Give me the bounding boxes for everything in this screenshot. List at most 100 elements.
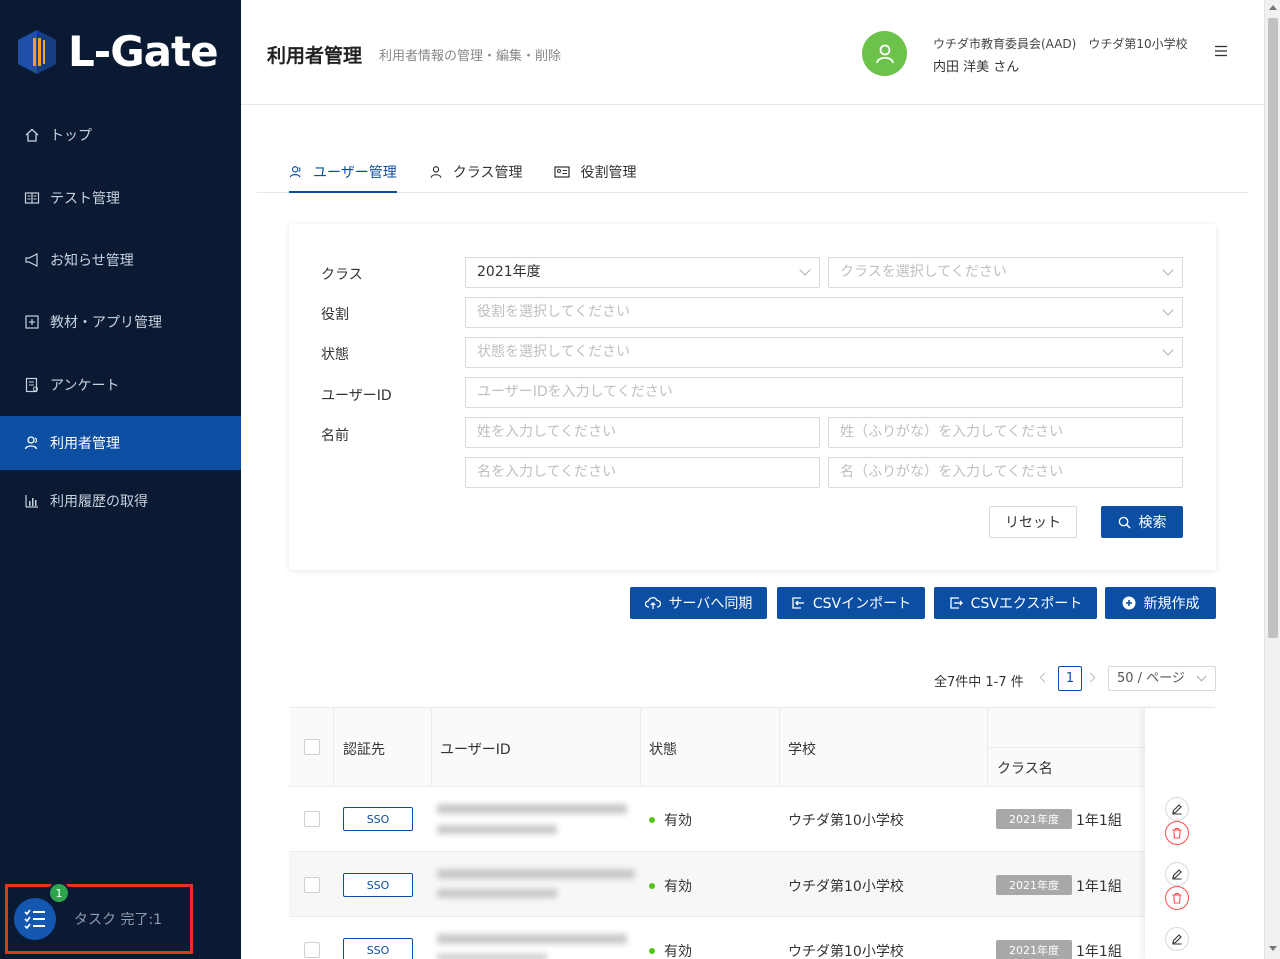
role-filter-label: 役割 xyxy=(321,307,349,323)
reset-button[interactable]: リセット xyxy=(989,506,1077,538)
school-name: ウチダ第10小学校 xyxy=(788,944,904,959)
column-header-auth: 認証先 xyxy=(343,742,385,758)
class-filter-label: クラス xyxy=(321,267,363,283)
sidebar-item-label: 教材・アプリ管理 xyxy=(50,315,162,332)
first-name-kana-input[interactable]: 名（ふりがな）を入力してください xyxy=(828,457,1183,488)
column-header-school[interactable]: 学校 xyxy=(788,739,816,759)
redacted-userid xyxy=(437,954,547,959)
pencil-icon xyxy=(1172,934,1182,945)
last-name-kana-input[interactable]: 姓（ふりがな）を入力してください xyxy=(828,417,1183,448)
scrollbar-thumb[interactable] xyxy=(1268,18,1278,638)
chevron-right-icon[interactable] xyxy=(1085,672,1096,683)
new-user-button[interactable]: 新規作成 xyxy=(1105,587,1216,619)
class-year-select[interactable]: 2021年度 xyxy=(465,257,820,288)
last-name-input[interactable]: 姓を入力してください xyxy=(465,417,820,448)
row-checkbox[interactable] xyxy=(304,942,320,958)
table-row[interactable]: SSO 有効 ウチダ第10小学校 2021年度 1年1組 xyxy=(289,852,1215,917)
edit-button[interactable] xyxy=(1165,862,1189,886)
sidebar-item-notice[interactable]: お知らせ管理 xyxy=(0,229,241,291)
class-name: 1年1組 xyxy=(1076,944,1122,959)
last-name-kana-placeholder: 姓（ふりがな）を入力してください xyxy=(840,424,1064,440)
search-button[interactable]: 検索 xyxy=(1101,506,1183,538)
redacted-userid xyxy=(437,889,557,898)
scroll-up-arrow-icon[interactable] xyxy=(1269,5,1277,10)
sidebar-item-survey[interactable]: アンケート xyxy=(0,354,241,416)
task-button[interactable]: 1 xyxy=(14,882,70,940)
sidebar-item-users[interactable]: 利用者管理 xyxy=(0,415,241,470)
sidebar-item-label: アンケート xyxy=(50,377,120,394)
status-dot xyxy=(649,948,655,954)
logo[interactable]: L-Gate xyxy=(16,28,219,76)
column-header-userid[interactable]: ユーザーID xyxy=(440,739,511,759)
trash-icon xyxy=(1172,828,1182,839)
row-checkbox[interactable] xyxy=(304,877,320,893)
pagination-total: 全7件中 1-7 件 xyxy=(934,675,1024,690)
sidebar-item-history[interactable]: 利用履歴の取得 xyxy=(0,470,241,532)
redacted-userid xyxy=(437,804,627,814)
last-name-placeholder: 姓を入力してください xyxy=(477,424,617,440)
cloud-upload-icon xyxy=(644,596,661,610)
delete-button[interactable] xyxy=(1165,821,1189,845)
search-filter-panel: クラス 2021年度 クラスを選択してください 役割 役割を選択してください 状… xyxy=(289,224,1216,570)
tab-user-management[interactable]: ユーザー管理 xyxy=(289,153,397,193)
tab-class-management[interactable]: クラス管理 xyxy=(429,153,522,191)
task-panel[interactable]: 1 タスク 完了:1 xyxy=(5,882,193,954)
user-organization: ウチダ市教育委員会(AAD) ウチダ第10小学校 xyxy=(933,37,1188,51)
sidebar-item-materials[interactable]: 教材・アプリ管理 xyxy=(0,291,241,353)
table-row[interactable]: SSO 有効 ウチダ第10小学校 2021年度 1年1組 xyxy=(289,787,1215,852)
import-icon xyxy=(791,596,805,610)
sidebar-item-label: テスト管理 xyxy=(50,190,120,207)
csv-import-button[interactable]: CSVインポート xyxy=(777,587,925,619)
role-select[interactable]: 役割を選択してください xyxy=(465,297,1183,328)
csv-export-label: CSVエクスポート xyxy=(970,596,1083,612)
name-filter-label: 名前 xyxy=(321,428,349,444)
role-select-placeholder: 役割を選択してください xyxy=(477,304,631,320)
page-subtitle: 利用者情報の管理・編集・削除 xyxy=(379,49,562,64)
tab-role-management[interactable]: 役割管理 xyxy=(554,153,636,191)
hamburger-menu-icon[interactable] xyxy=(1214,44,1228,58)
csv-export-button[interactable]: CSVエクスポート xyxy=(934,587,1097,619)
column-divider xyxy=(779,708,780,787)
sidebar-item-top[interactable]: トップ xyxy=(0,104,241,166)
survey-icon xyxy=(24,377,40,393)
first-name-input[interactable]: 名を入力してください xyxy=(465,457,820,488)
status-select[interactable]: 状態を選択してください xyxy=(465,337,1183,368)
page-size-select[interactable]: 50 / ページ xyxy=(1108,666,1216,691)
users-icon xyxy=(24,435,40,451)
chevron-down-icon xyxy=(799,264,811,276)
status-active: 有効 xyxy=(649,810,692,830)
sync-server-button[interactable]: サーバへ同期 xyxy=(630,587,767,619)
pagination-page-current[interactable]: 1 xyxy=(1058,666,1082,691)
edit-button[interactable] xyxy=(1165,797,1189,821)
class-year-value: 2021年度 xyxy=(477,264,541,280)
plus-circle-icon xyxy=(1122,596,1136,610)
search-icon xyxy=(1118,516,1131,529)
vertical-scrollbar[interactable] xyxy=(1264,0,1280,959)
userid-input[interactable]: ユーザーIDを入力してください xyxy=(465,377,1183,408)
school-name: ウチダ第10小学校 xyxy=(788,879,904,895)
bar-chart-icon xyxy=(24,493,40,509)
userid-input-placeholder: ユーザーIDを入力してください xyxy=(477,384,673,400)
status-text: 有効 xyxy=(664,813,692,829)
chevron-left-icon[interactable] xyxy=(1039,672,1050,683)
auth-sso-badge: SSO xyxy=(343,938,413,959)
redacted-userid xyxy=(437,825,557,834)
column-header-status[interactable]: 状態 xyxy=(649,739,677,759)
sync-server-label: サーバへ同期 xyxy=(668,596,753,612)
class-select[interactable]: クラスを選択してください xyxy=(828,257,1183,288)
edit-button[interactable] xyxy=(1165,927,1189,951)
chevron-down-icon xyxy=(1162,304,1174,316)
class-name: 1年1組 xyxy=(1076,813,1122,829)
row-checkbox[interactable] xyxy=(304,811,320,827)
book-icon xyxy=(24,190,40,206)
year-tag: 2021年度 xyxy=(996,809,1072,829)
sidebar-item-test[interactable]: テスト管理 xyxy=(0,166,241,228)
sidebar-nav: トップ テスト管理 お知らせ管理 教材・アプリ管理 アンケート 利用者管理 利用… xyxy=(0,104,241,532)
user-icon xyxy=(429,165,443,179)
new-user-label: 新規作成 xyxy=(1143,596,1200,612)
delete-button[interactable] xyxy=(1165,886,1189,910)
scroll-down-arrow-icon[interactable] xyxy=(1269,946,1277,951)
table-row[interactable]: SSO 有効 ウチダ第10小学校 2021年度 1年1組 xyxy=(289,917,1215,959)
avatar[interactable] xyxy=(862,31,907,76)
select-all-checkbox[interactable] xyxy=(304,739,320,755)
